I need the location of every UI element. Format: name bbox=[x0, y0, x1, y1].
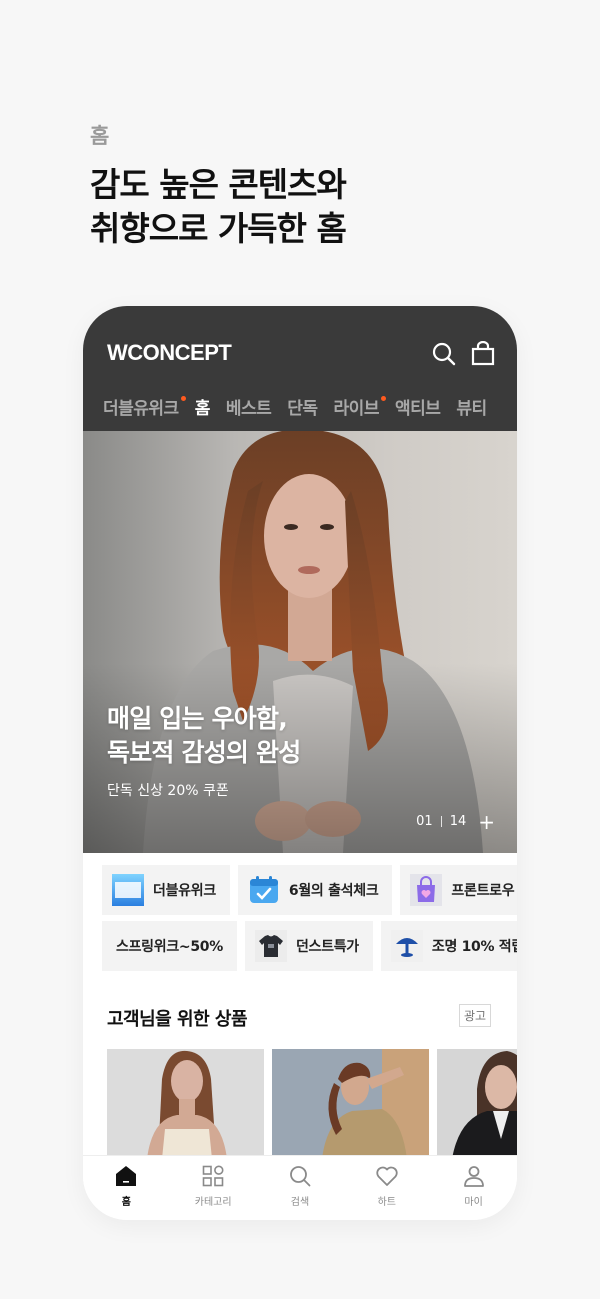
nav-my[interactable]: 마이 bbox=[430, 1156, 517, 1220]
tab-wweek[interactable]: 더블유위크 bbox=[103, 394, 186, 422]
chip-lighting[interactable]: 조명 10% 적립 bbox=[380, 921, 517, 971]
heart-icon bbox=[376, 1166, 398, 1186]
tab-beauty[interactable]: 뷰티 bbox=[456, 394, 487, 422]
shortcut-chips-row-2: 스프링위크~50% 던스트특가 조명 10% 적립 bbox=[102, 921, 517, 971]
chip-label: 조명 10% 적립 bbox=[431, 939, 517, 955]
chip-dunst[interactable]: 던스트특가 bbox=[244, 921, 373, 971]
chip-frontrow[interactable]: 프론트로우 단 bbox=[400, 865, 517, 915]
tab-live[interactable]: 라이브 bbox=[334, 394, 386, 422]
nav-label: 카테고리 bbox=[194, 1197, 232, 1208]
wweek-badge-icon bbox=[112, 874, 144, 906]
chip-label: 더블유위크 bbox=[153, 883, 216, 899]
app-header: WCONCEPT 더블유위크 홈 베스트 단독 라이브 액티브 뷰티 bbox=[83, 306, 517, 431]
phone-frame: WCONCEPT 더블유위크 홈 베스트 단독 라이브 액티브 뷰티 매일 입는… bbox=[83, 306, 517, 1220]
promo-headline-line1: 감도 높은 콘텐츠와 bbox=[90, 165, 347, 204]
chip-label: 던스트특가 bbox=[295, 939, 359, 955]
new-dot bbox=[180, 396, 186, 401]
calendar-icon bbox=[248, 874, 280, 906]
chip-label: 6월의 출석체크 bbox=[288, 883, 379, 899]
nav-label: 검색 bbox=[290, 1197, 310, 1208]
category-tabs: 더블유위크 홈 베스트 단독 라이브 액티브 뷰티 bbox=[103, 394, 517, 422]
product-card[interactable] bbox=[437, 1049, 517, 1159]
search-icon bbox=[290, 1166, 311, 1187]
chip-spring-week[interactable]: 스프링위크~50% bbox=[102, 921, 237, 971]
product-card[interactable] bbox=[272, 1049, 429, 1159]
plus-icon[interactable]: + bbox=[478, 812, 495, 832]
bottom-navigation: 홈 카테고리 검색 하트 마이 bbox=[83, 1155, 517, 1220]
hero-title: 매일 입는 우아함, 독보적 감성의 완성 bbox=[107, 704, 301, 767]
chip-wweek[interactable]: 더블유위크 bbox=[102, 865, 230, 915]
search-icon[interactable] bbox=[431, 341, 457, 367]
tab-active[interactable]: 액티브 bbox=[395, 394, 441, 422]
wconcept-logo[interactable]: WCONCEPT bbox=[107, 340, 232, 366]
nav-heart[interactable]: 하트 bbox=[343, 1156, 430, 1220]
new-dot bbox=[380, 396, 386, 401]
pager-divider bbox=[440, 816, 442, 827]
product-image bbox=[107, 1049, 264, 1159]
lamp-icon bbox=[390, 930, 423, 962]
ad-badge[interactable]: 광고 bbox=[459, 1004, 492, 1027]
nav-label: 하트 bbox=[377, 1197, 396, 1208]
tab-home[interactable]: 홈 bbox=[195, 394, 211, 422]
tab-best[interactable]: 베스트 bbox=[226, 394, 272, 422]
pager-total: 14 bbox=[449, 814, 467, 829]
product-image bbox=[437, 1049, 517, 1159]
shopping-bag-icon[interactable] bbox=[470, 341, 496, 367]
hero-banner[interactable]: 매일 입는 우아함, 독보적 감성의 완성 단독 신상 20% 쿠폰 01 14… bbox=[83, 431, 517, 853]
person-icon bbox=[463, 1166, 484, 1187]
tab-exclusive[interactable]: 단독 bbox=[287, 394, 318, 422]
promo-headline: 감도 높은 콘텐츠와 취향으로 가득한 홈 bbox=[90, 163, 347, 251]
nav-search[interactable]: 검색 bbox=[257, 1156, 344, 1220]
home-icon bbox=[116, 1166, 137, 1186]
product-card[interactable] bbox=[107, 1049, 264, 1159]
hero-pager[interactable]: 01 14 + bbox=[416, 812, 495, 832]
chip-attendance[interactable]: 6월의 출석체크 bbox=[237, 865, 393, 915]
promo-label: 홈 bbox=[90, 124, 110, 148]
category-grid-icon bbox=[202, 1165, 224, 1187]
pager-current: 01 bbox=[416, 814, 433, 829]
product-carousel bbox=[107, 1049, 517, 1159]
nav-label: 홈 bbox=[121, 1197, 131, 1208]
nav-category[interactable]: 카테고리 bbox=[170, 1156, 257, 1220]
shopping-bag-heart-icon bbox=[410, 874, 443, 906]
tshirt-icon bbox=[254, 930, 287, 962]
hero-subtitle: 단독 신상 20% 쿠폰 bbox=[107, 783, 229, 799]
product-image bbox=[272, 1049, 429, 1159]
chip-label: 프론트로우 단 bbox=[451, 883, 517, 899]
shortcut-chips-row-1: 더블유위크 6월의 출석체크 프론트로우 bbox=[102, 865, 517, 915]
chip-label: 스프링위크~50% bbox=[116, 939, 223, 955]
nav-home[interactable]: 홈 bbox=[83, 1156, 170, 1220]
nav-label: 마이 bbox=[464, 1197, 483, 1208]
promo-headline-line2: 취향으로 가득한 홈 bbox=[90, 209, 347, 248]
section-title: 고객님을 위한 상품 bbox=[107, 1009, 248, 1030]
